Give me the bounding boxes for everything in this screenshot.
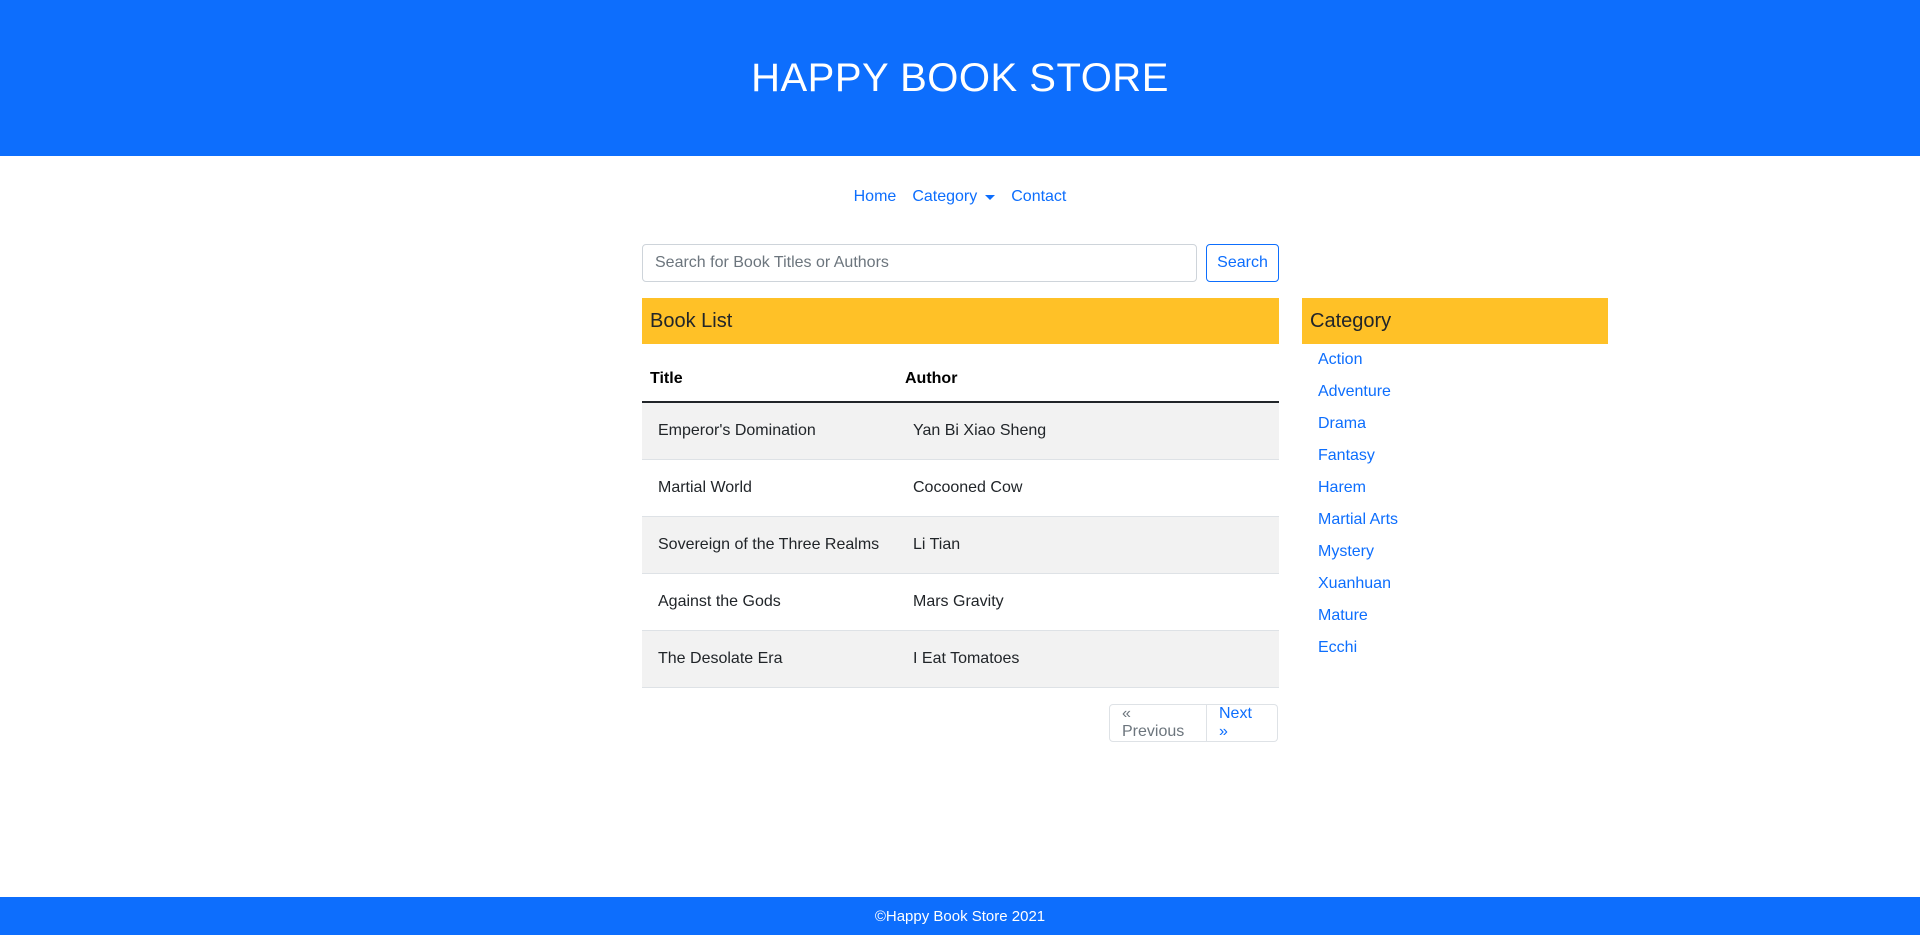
- nav-contact-link[interactable]: Contact: [1003, 188, 1074, 206]
- main-nav: Home Category Contact: [0, 188, 1920, 206]
- category-link-mystery[interactable]: Mystery: [1318, 543, 1374, 561]
- category-link-fantasy[interactable]: Fantasy: [1318, 447, 1375, 465]
- book-author-cell: I Eat Tomatoes: [897, 630, 1279, 688]
- category-list: Action Adventure Drama Fantasy Harem Mar…: [1318, 344, 1398, 664]
- list-item: Martial Arts: [1318, 504, 1398, 536]
- book-list-header: Book List: [642, 298, 1279, 344]
- pagination: « Previous Next »: [1109, 704, 1278, 742]
- book-author-cell: Cocooned Cow: [897, 459, 1279, 517]
- list-item: Mystery: [1318, 536, 1398, 568]
- table-row[interactable]: Emperor's Domination Yan Bi Xiao Sheng: [642, 402, 1279, 460]
- list-item: Ecchi: [1318, 632, 1398, 664]
- list-item: Harem: [1318, 472, 1398, 504]
- list-item: Mature: [1318, 600, 1398, 632]
- column-header-title: Title: [642, 357, 897, 403]
- book-title-cell: Emperor's Domination: [642, 402, 897, 460]
- nav-category-label: Category: [912, 188, 978, 205]
- book-author-cell: Yan Bi Xiao Sheng: [897, 402, 1279, 460]
- search-input[interactable]: [642, 244, 1197, 282]
- nav-home-link[interactable]: Home: [846, 188, 905, 206]
- list-item: Fantasy: [1318, 440, 1398, 472]
- book-author-cell: Li Tian: [897, 516, 1279, 574]
- header-banner: HAPPY BOOK STORE: [0, 0, 1920, 156]
- column-header-author: Author: [897, 357, 1279, 403]
- category-panel-header: Category: [1302, 298, 1608, 344]
- page-footer: ©Happy Book Store 2021: [0, 897, 1920, 935]
- book-title-cell: Against the Gods: [642, 573, 897, 631]
- category-link-ecchi[interactable]: Ecchi: [1318, 639, 1357, 657]
- table-row[interactable]: The Desolate Era I Eat Tomatoes: [642, 630, 1279, 688]
- book-title-cell: Sovereign of the Three Realms: [642, 516, 897, 574]
- category-link-xuanhuan[interactable]: Xuanhuan: [1318, 575, 1391, 593]
- category-link-mature[interactable]: Mature: [1318, 607, 1368, 625]
- list-item: Drama: [1318, 408, 1398, 440]
- next-page-button[interactable]: Next »: [1207, 704, 1278, 742]
- category-link-adventure[interactable]: Adventure: [1318, 383, 1391, 401]
- search-button[interactable]: Search: [1206, 244, 1279, 282]
- list-item: Action: [1318, 344, 1398, 376]
- caret-down-icon: [985, 194, 996, 200]
- book-list-heading: Book List: [650, 309, 733, 332]
- table-row[interactable]: Sovereign of the Three Realms Li Tian: [642, 516, 1279, 574]
- list-item: Adventure: [1318, 376, 1398, 408]
- table-header-row: Title Author: [642, 357, 1279, 403]
- book-title-cell: The Desolate Era: [642, 630, 897, 688]
- category-link-harem[interactable]: Harem: [1318, 479, 1366, 497]
- table-row[interactable]: Against the Gods Mars Gravity: [642, 573, 1279, 631]
- footer-copyright: ©Happy Book Store 2021: [874, 907, 1046, 925]
- site-title: HAPPY BOOK STORE: [751, 55, 1169, 100]
- category-link-martial-arts[interactable]: Martial Arts: [1318, 511, 1398, 529]
- book-author-cell: Mars Gravity: [897, 573, 1279, 631]
- category-panel-heading: Category: [1310, 309, 1392, 332]
- search-form: Search: [642, 244, 1279, 282]
- book-table: Title Author Emperor's Domination Yan Bi…: [642, 357, 1279, 688]
- nav-category-dropdown[interactable]: Category: [904, 188, 1003, 206]
- book-title-cell: Martial World: [642, 459, 897, 517]
- list-item: Xuanhuan: [1318, 568, 1398, 600]
- previous-page-button[interactable]: « Previous: [1109, 704, 1207, 742]
- category-link-action[interactable]: Action: [1318, 351, 1362, 369]
- table-row[interactable]: Martial World Cocooned Cow: [642, 459, 1279, 517]
- category-link-drama[interactable]: Drama: [1318, 415, 1366, 433]
